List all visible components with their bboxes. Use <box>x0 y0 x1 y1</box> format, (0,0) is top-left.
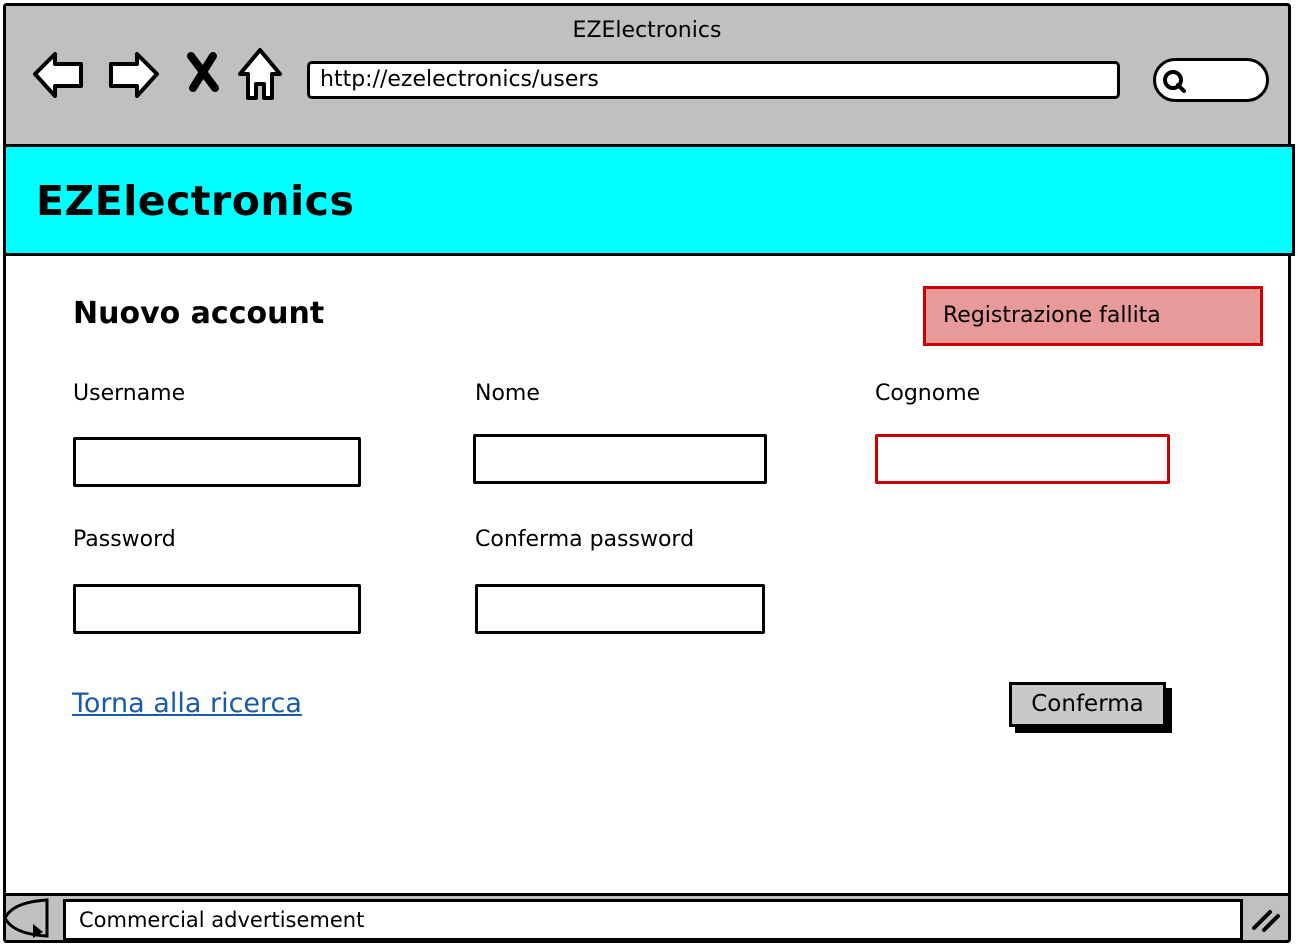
advertisement-banner[interactable]: Commercial advertisement <box>63 899 1243 941</box>
password-field[interactable] <box>73 584 361 634</box>
browser-search-field[interactable] <box>1153 58 1269 102</box>
play-icon[interactable] <box>3 896 49 940</box>
conferma-password-field[interactable] <box>475 584 765 634</box>
forward-arrow-icon[interactable] <box>105 44 161 104</box>
conferma-password-label: Conferma password <box>475 527 695 552</box>
search-icon <box>1163 70 1186 93</box>
nome-label: Nome <box>475 381 540 406</box>
address-bar[interactable]: http://ezelectronics/users <box>307 61 1120 99</box>
site-brand: EZElectronics <box>36 177 355 225</box>
submit-button[interactable]: Conferma <box>1009 682 1166 727</box>
back-to-search-link[interactable]: Torna alla ricerca <box>72 688 302 719</box>
username-label: Username <box>73 381 186 406</box>
resize-grip-icon[interactable] <box>1246 898 1286 938</box>
page-title: Nuovo account <box>73 296 325 331</box>
cognome-label: Cognome <box>875 381 981 406</box>
site-header: EZElectronics <box>3 144 1295 256</box>
home-icon[interactable] <box>236 44 284 104</box>
error-alert: Registrazione fallita <box>923 286 1263 346</box>
username-field[interactable] <box>73 437 361 487</box>
password-label: Password <box>73 527 176 552</box>
back-arrow-icon[interactable] <box>31 44 87 104</box>
close-x-icon[interactable] <box>185 44 221 104</box>
cognome-field[interactable] <box>875 434 1170 484</box>
nome-field[interactable] <box>473 434 767 484</box>
window-title: EZElectronics <box>572 18 722 43</box>
